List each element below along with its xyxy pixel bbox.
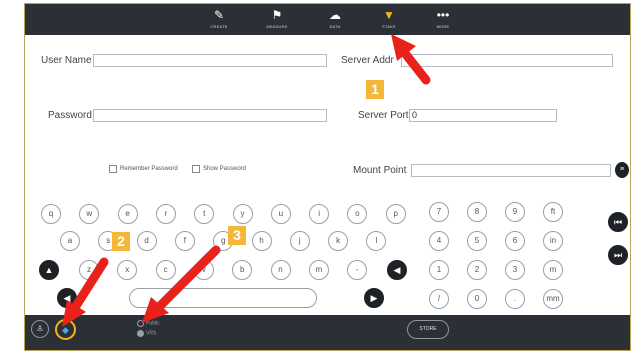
mount-point-label: Mount Point [353,165,407,176]
annotation-badge-1: 1 [366,80,384,99]
server-address-label: Server Addr [341,55,394,66]
radio-vrs[interactable]: VRS [137,330,156,337]
radio-public[interactable]: Public [137,320,160,327]
bottom-bar [25,315,630,350]
store-button[interactable]: STORE [407,320,449,339]
space-bar[interactable] [129,288,317,308]
username-field[interactable] [93,54,327,67]
key-i[interactable]: i [309,204,330,224]
key-q[interactable]: q [41,204,61,224]
numpad-key-8[interactable]: 8 [467,202,487,222]
toolbar-more-label: MORE [436,24,450,29]
key-b[interactable]: b [232,260,253,280]
numpad-key-7[interactable]: 7 [429,202,449,222]
checkbox-box [109,165,117,173]
toolbar-more-button[interactable]: ••• MORE [421,7,465,33]
toolbar-create-label: CREATE [210,24,228,29]
pencil-icon: ✎ [213,8,225,22]
toolbar-stake-button[interactable]: ▼ STAKE [367,7,411,33]
key-l[interactable]: l [366,231,387,251]
gnss-source-button[interactable]: ◆ [55,319,76,340]
toolbar-create-button[interactable]: ✎ CREATE [197,7,241,33]
server-address-field[interactable] [401,54,613,67]
backspace-key[interactable]: ◀ [387,260,407,280]
key-o[interactable]: o [347,204,368,224]
radio-public-label: Public [146,320,160,327]
numpad-key-dot[interactable]: . [505,289,525,309]
key-c[interactable]: c [155,260,176,280]
toolbar-stake-label: STAKE [382,24,396,29]
key-n[interactable]: n [270,260,291,280]
prev-field-key[interactable]: ⏮ [608,212,628,232]
remember-password-label: Remember Password [120,166,178,172]
numpad-key-4[interactable]: 4 [429,231,449,251]
numpad-key-m[interactable]: m [543,260,563,280]
app-window: ✎ CREATE ⚑ MEASURE ☁ DATA ▼ STAKE ••• MO… [24,3,631,351]
key-t[interactable]: t [194,204,215,224]
toolbar-data-button[interactable]: ☁ DATA [313,7,357,33]
key-f[interactable]: f [174,231,195,251]
numpad-key-3[interactable]: 3 [505,260,525,280]
cursor-left-key[interactable]: ◀ [57,288,77,308]
key-z[interactable]: z [79,260,99,280]
key-p[interactable]: p [385,204,406,224]
key-r[interactable]: r [155,204,176,224]
radio-dot [137,330,144,337]
numpad-key-6[interactable]: 6 [505,231,525,251]
stake-pin-icon: ▼ [383,8,395,22]
numpad-key-9[interactable]: 9 [505,202,525,222]
numpad-key-mm[interactable]: mm [543,289,563,309]
remember-password-checkbox[interactable]: Remember Password [109,165,178,173]
numpad-key-slash[interactable]: / [429,289,449,309]
radio-vrs-label: VRS [146,330,157,337]
annotation-badge-3: 3 [228,226,246,245]
numpad-key-5[interactable]: 5 [467,231,487,251]
cloud-sync-icon: ☁ [329,8,341,22]
more-dots-icon: ••• [436,8,450,22]
annotation-badge-2: 2 [112,232,130,251]
key-u[interactable]: u [270,204,291,224]
shift-key[interactable]: ▲ [39,260,59,280]
key-h[interactable]: h [251,231,272,251]
toolbar-measure-label: MEASURE [266,24,288,29]
key-a[interactable]: a [60,231,80,251]
key-v[interactable]: v [193,260,214,280]
mount-point-list-button[interactable]: ≡ [615,162,629,178]
flag-icon: ⚑ [271,8,283,22]
toolbar-data-label: DATA [329,24,341,29]
username-label: User Name [41,55,92,66]
key-d[interactable]: d [136,231,157,251]
show-password-checkbox[interactable]: Show Password [192,165,246,173]
key-dash[interactable]: - [347,260,368,280]
key-j[interactable]: j [289,231,310,251]
password-label: Password [48,110,92,121]
numpad-key-1[interactable]: 1 [429,260,449,280]
key-y[interactable]: y [232,204,253,224]
radio-dot [137,320,144,327]
toolbar-measure-button[interactable]: ⚑ MEASURE [255,7,299,33]
top-toolbar: ✎ CREATE ⚑ MEASURE ☁ DATA ▼ STAKE ••• MO… [25,4,630,35]
password-field[interactable] [93,109,327,122]
checkbox-box [192,165,200,173]
numpad-key-0[interactable]: 0 [467,289,487,309]
key-w[interactable]: w [79,204,100,224]
numpad-key-ft[interactable]: ft [543,202,563,222]
show-password-label: Show Password [203,166,247,172]
rover-icon[interactable]: ♙ [31,320,49,338]
key-e[interactable]: e [117,204,138,224]
numpad-key-in[interactable]: in [543,231,563,251]
key-x[interactable]: x [117,260,138,280]
mount-point-field[interactable] [411,164,611,177]
next-field-key[interactable]: ⏭ [608,245,628,265]
cursor-right-key[interactable]: ▶ [364,288,384,308]
key-k[interactable]: k [328,231,349,251]
server-port-field[interactable]: 0 [409,109,557,122]
key-m[interactable]: m [308,260,329,280]
numpad-key-2[interactable]: 2 [467,260,487,280]
server-port-label: Server Port [358,110,409,121]
